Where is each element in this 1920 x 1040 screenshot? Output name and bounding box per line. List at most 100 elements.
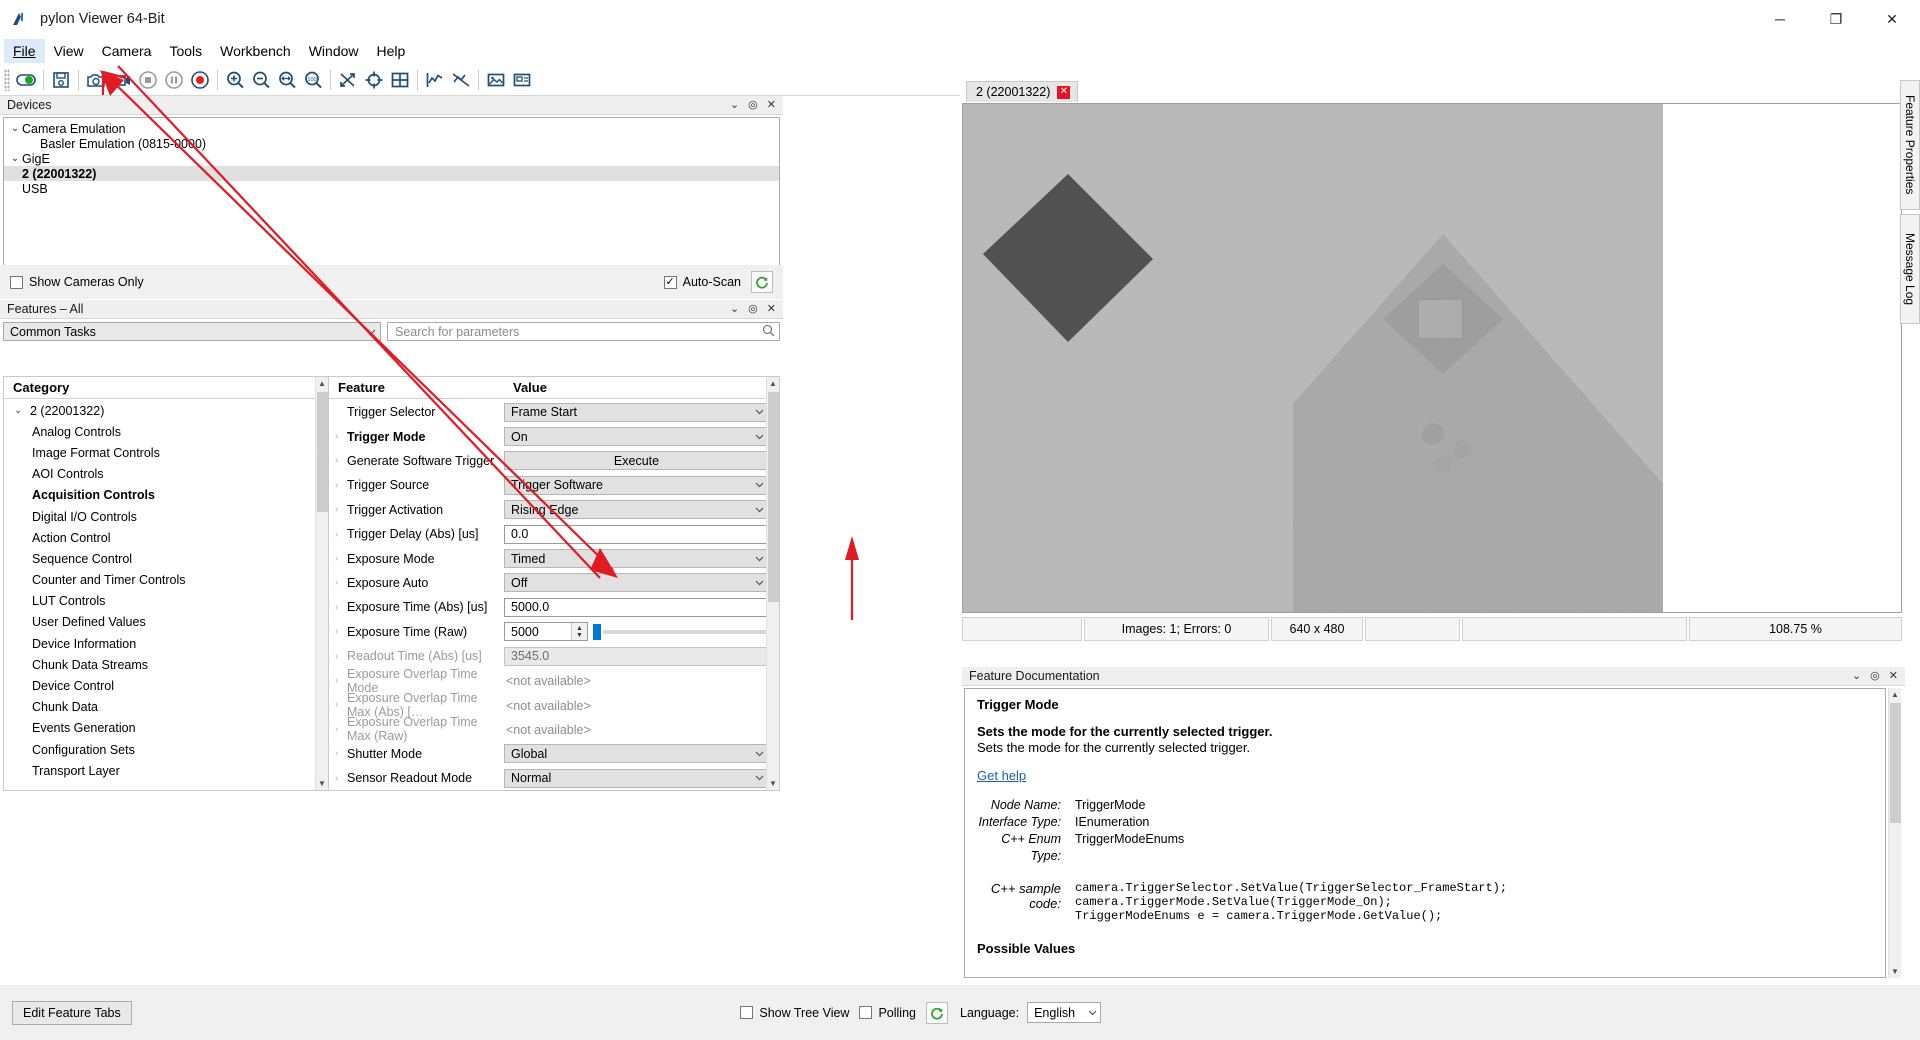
chevron-right-icon[interactable]: › [329, 504, 344, 515]
language-select[interactable]: English [1027, 1002, 1102, 1023]
feature-row-trigger-activation[interactable]: › Trigger Activation Rising Edge [329, 498, 779, 522]
image-window-icon[interactable] [509, 67, 535, 93]
device-tree-row-gige[interactable]: ⌄ GigE [4, 151, 779, 166]
scroll-up-icon[interactable]: ▲ [316, 377, 328, 390]
trigger-mode-select[interactable]: On [504, 427, 769, 447]
shuffle-icon[interactable] [335, 67, 361, 93]
pin-icon[interactable]: ◎ [1870, 670, 1880, 682]
chevron-down-icon[interactable]: ⌄ [8, 123, 22, 134]
close-button[interactable]: ✕ [1864, 0, 1920, 38]
scrollbar-thumb[interactable] [317, 392, 328, 512]
category-item-acquisition-controls[interactable]: Acquisition Controls › [4, 485, 328, 506]
feature-scrollbar[interactable]: ▲ ▼ [766, 377, 779, 790]
feature-row-trigger-mode[interactable]: › Trigger Mode On [329, 424, 779, 448]
feature-row-trigger-delay[interactable]: › Trigger Delay (Abs) [us] 0.0 [329, 522, 779, 546]
checkbox-box[interactable] [10, 275, 23, 289]
sensor-readout-mode-select[interactable]: Normal [504, 768, 769, 788]
category-item-transport-layer[interactable]: Transport Layer › [4, 760, 328, 781]
chevron-right-icon[interactable]: › [329, 577, 344, 588]
exposure-time-raw-slider[interactable] [593, 622, 769, 641]
category-item-events-generation[interactable]: Events Generation › [4, 718, 328, 739]
trigger-selector-select[interactable]: Frame Start [504, 402, 769, 422]
scroll-down-icon[interactable]: ▼ [767, 777, 779, 790]
menu-camera[interactable]: Camera [93, 39, 161, 63]
feature-row-exposure-time-abs[interactable]: › Exposure Time (Abs) [us] 5000.0 [329, 595, 779, 619]
scroll-up-icon[interactable]: ▲ [767, 377, 779, 390]
category-item-user-defined-values[interactable]: User Defined Values › [4, 612, 328, 633]
device-tree-row-usb[interactable]: USB [4, 181, 779, 196]
category-item-lut-controls[interactable]: LUT Controls › [4, 591, 328, 612]
checkbox-box[interactable] [859, 1006, 873, 1019]
exposure-time-abs-input[interactable]: 5000.0 [504, 597, 769, 617]
close-icon[interactable]: ✕ [1057, 85, 1071, 99]
category-item-analog-controls[interactable]: Analog Controls › [4, 421, 328, 442]
feature-row-trigger-selector[interactable]: Trigger Selector Frame Start [329, 400, 779, 424]
category-item-device-information[interactable]: Device Information › [4, 633, 328, 654]
exposure-auto-select[interactable]: Off [504, 573, 769, 593]
feature-row-shutter-mode[interactable]: › Shutter Mode Global [329, 741, 779, 765]
slider-track[interactable] [603, 630, 769, 635]
scroll-down-icon[interactable]: ▼ [316, 777, 328, 790]
spinner-buttons[interactable]: ▲ ▼ [571, 623, 587, 641]
hide-overlay-icon[interactable] [448, 67, 474, 93]
menu-workbench[interactable]: Workbench [211, 39, 300, 63]
execute-button[interactable]: Execute [504, 451, 769, 471]
menu-file[interactable]: File [4, 39, 45, 63]
spinner-up-icon[interactable]: ▲ [576, 625, 583, 632]
device-tree-row-basler-emulation[interactable]: Basler Emulation (0815-0000) [4, 136, 779, 151]
feature-row-exposure-time-raw[interactable]: › Exposure Time (Raw) 5000 ▲ ▼ [329, 620, 779, 644]
toolbar-grip[interactable] [4, 68, 10, 91]
refresh-features-button[interactable] [926, 1001, 948, 1024]
save-icon[interactable] [48, 67, 74, 93]
menu-tools[interactable]: Tools [160, 39, 211, 63]
scroll-up-icon[interactable]: ▲ [1889, 688, 1901, 701]
crosshair-icon[interactable] [361, 67, 387, 93]
scrollbar-thumb[interactable] [768, 392, 779, 602]
maximize-button[interactable]: ❐ [1808, 0, 1864, 38]
category-item-aoi-controls[interactable]: AOI Controls › [4, 464, 328, 485]
minimize-button[interactable]: ─ [1752, 0, 1808, 38]
chevron-down-icon[interactable] [362, 329, 380, 335]
search-icon[interactable] [762, 324, 775, 340]
image-icon[interactable] [483, 67, 509, 93]
zoom-in-icon[interactable] [222, 67, 248, 93]
edit-feature-tabs-button[interactable]: Edit Feature Tabs [12, 1000, 132, 1025]
doc-scrollbar[interactable]: ▲ ▼ [1888, 688, 1901, 978]
trigger-delay-input[interactable]: 0.0 [504, 524, 769, 544]
feature-row-generate-software-trigger[interactable]: › Generate Software Trigger Execute [329, 449, 779, 473]
category-item-action-control[interactable]: Action Control › [4, 527, 328, 548]
histogram-icon[interactable] [422, 67, 448, 93]
feature-list[interactable]: Trigger Selector Frame Start › Trigger M… [329, 400, 779, 790]
category-item-device-control[interactable]: Device Control › [4, 675, 328, 696]
open-device-icon[interactable] [13, 67, 39, 93]
chevron-right-icon[interactable]: › [329, 431, 344, 442]
single-shot-icon[interactable] [83, 67, 109, 93]
chevron-right-icon[interactable]: › [329, 748, 344, 759]
slider-handle[interactable] [593, 624, 601, 641]
pause-icon[interactable] [161, 67, 187, 93]
chevron-right-icon[interactable]: › [329, 602, 344, 613]
zoom-100-icon[interactable]: 100 [300, 67, 326, 93]
menu-help[interactable]: Help [368, 39, 415, 63]
pin-icon[interactable]: ◎ [748, 303, 758, 315]
exposure-time-raw-stepper[interactable]: 5000 ▲ ▼ [504, 622, 588, 642]
chevron-right-icon[interactable]: › [329, 773, 344, 784]
fit-to-window-icon[interactable] [274, 67, 300, 93]
category-item-image-format-controls[interactable]: Image Format Controls › [4, 442, 328, 463]
category-item-sequence-control[interactable]: Sequence Control › [4, 548, 328, 569]
device-tree-row-selected-camera[interactable]: 2 (22001322) [4, 166, 779, 181]
checkbox-box[interactable] [663, 275, 677, 289]
chevron-right-icon[interactable]: › [329, 626, 344, 637]
menu-view[interactable]: View [45, 39, 93, 63]
stop-icon[interactable] [135, 67, 161, 93]
category-item-root[interactable]: ⌄ 2 (22001322) [4, 400, 328, 421]
category-list[interactable]: ⌄ 2 (22001322) Analog Controls › Image F… [4, 400, 328, 790]
checkbox-box[interactable] [740, 1006, 754, 1019]
feature-row-exposure-auto[interactable]: › Exposure Auto Off [329, 571, 779, 595]
polling-checkbox[interactable]: Polling [859, 1006, 916, 1020]
close-icon[interactable]: ✕ [1889, 670, 1898, 682]
feature-row-trigger-source[interactable]: › Trigger Source Trigger Software [329, 473, 779, 497]
category-scrollbar[interactable]: ▲ ▼ [315, 377, 328, 790]
collapse-icon[interactable]: ⌄ [730, 99, 739, 111]
get-help-link[interactable]: Get help [977, 768, 1026, 783]
